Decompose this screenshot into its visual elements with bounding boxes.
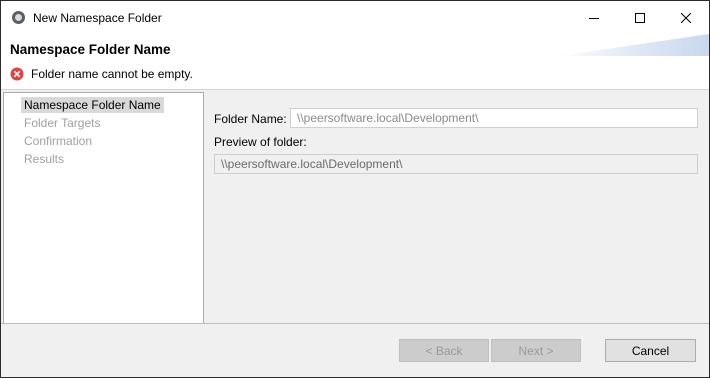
page-title: Namespace Folder Name [10, 42, 171, 57]
wizard-header: Namespace Folder Name Folder name cannot… [1, 34, 709, 90]
folder-name-label: Folder Name: [214, 112, 287, 126]
close-button[interactable] [663, 1, 709, 34]
step-results: Results [24, 152, 65, 166]
error-icon [10, 67, 24, 81]
step-confirmation: Confirmation [24, 134, 93, 148]
content-panel: Folder Name: \\peersoftware.local\Develo… [205, 93, 709, 323]
footer-divider [1, 323, 709, 324]
maximize-icon [635, 12, 645, 23]
close-icon [681, 12, 691, 23]
step-namespace-folder-name[interactable]: Namespace Folder Name [21, 97, 164, 113]
minimize-button[interactable] [571, 1, 617, 34]
error-message: Folder name cannot be empty. [31, 67, 193, 81]
cancel-button[interactable]: Cancel [605, 339, 696, 362]
window-title: New Namespace Folder [33, 11, 162, 25]
preview-label: Preview of folder: [214, 135, 307, 149]
wizard-steps: Namespace Folder Name Folder Targets Con… [3, 92, 204, 324]
header-decoration [559, 34, 709, 56]
dialog-window: New Namespace Folder Namespace Folder Na… [0, 0, 710, 378]
back-button[interactable]: < Back [399, 339, 489, 362]
minimize-icon [589, 17, 599, 19]
maximize-button[interactable] [617, 1, 663, 34]
next-button[interactable]: Next > [491, 339, 581, 362]
preview-field: \\peersoftware.local\Development\ [214, 154, 698, 174]
app-icon [12, 11, 25, 24]
folder-name-input[interactable]: \\peersoftware.local\Development\ [290, 108, 698, 128]
title-bar: New Namespace Folder [1, 1, 709, 34]
step-folder-targets: Folder Targets [24, 116, 101, 130]
